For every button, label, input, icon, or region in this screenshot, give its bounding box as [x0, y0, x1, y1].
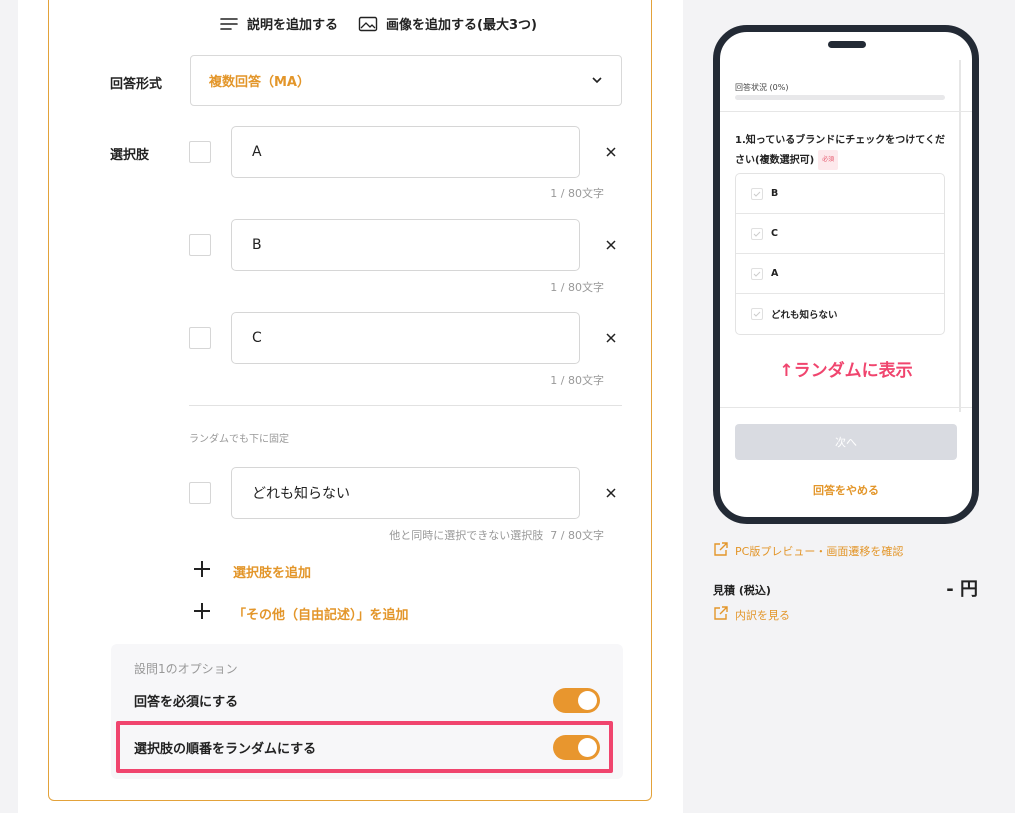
preview-question-title: 1.知っているブランドにチェックをつけてください(複数選択可) 必須	[735, 132, 950, 170]
add-choice-label: 選択肢を追加	[233, 565, 312, 581]
check-icon	[751, 227, 763, 240]
pc-preview-link[interactable]: PC版プレビュー・画面遷移を確認	[713, 541, 903, 560]
choice-row: C	[189, 312, 629, 364]
check-icon	[751, 187, 763, 200]
close-icon	[605, 143, 617, 162]
next-button[interactable]: 次へ	[735, 424, 957, 460]
add-image-button[interactable]: 画像を追加する(最大3つ)	[358, 14, 537, 33]
random-display-note: ↑ランダムに表示	[779, 361, 913, 381]
choice-checkbox[interactable]	[189, 482, 211, 504]
estimate-value: - 円	[946, 579, 978, 600]
check-icon	[751, 267, 763, 280]
preview-choice[interactable]: C	[736, 214, 944, 254]
fixed-choice-char-count: 7 / 80文字	[550, 529, 604, 542]
choice-checkbox[interactable]	[189, 327, 211, 349]
preview-choice-label: A	[771, 268, 779, 279]
preview-choice-label: どれも知らない	[771, 310, 838, 321]
choice-checkbox[interactable]	[189, 234, 211, 256]
add-other-label: 「その他（自由記述）」を追加	[233, 607, 409, 623]
fixed-choice-row: どれも知らない	[189, 467, 629, 519]
highlight-frame	[116, 721, 613, 773]
phone-notch	[828, 41, 866, 48]
preview-choice-list: B C A どれも知らない	[735, 173, 945, 335]
delete-choice-button[interactable]	[601, 328, 621, 348]
fixed-section-label: ランダムでも下に固定	[189, 434, 289, 445]
fixed-choice-input[interactable]: どれも知らない	[231, 467, 580, 519]
add-description-button[interactable]: 説明を追加する	[219, 14, 338, 33]
answer-format-label: 回答形式	[110, 77, 163, 92]
question-card: 説明を追加する 画像を追加する(最大3つ) 回答形式 複数回答（MA） 選択肢 …	[48, 0, 652, 801]
preview-choice[interactable]: B	[736, 174, 944, 214]
preview-choice[interactable]: どれも知らない	[736, 294, 944, 334]
add-description-label: 説明を追加する	[247, 18, 339, 33]
choice-row: A	[189, 126, 629, 178]
options-title: 設問1のオプション	[134, 662, 238, 676]
breakdown-label: 内訳を見る	[735, 608, 790, 622]
text-lines-icon	[219, 16, 239, 32]
choice-checkbox[interactable]	[189, 141, 211, 163]
preview-choice-label: B	[771, 188, 779, 199]
preview-footer-divider	[720, 407, 972, 408]
fixed-section-divider	[189, 405, 622, 406]
close-icon	[605, 236, 617, 255]
delete-choice-button[interactable]	[601, 235, 621, 255]
delete-choice-button[interactable]	[601, 483, 621, 503]
answer-format-value: 複数回答（MA）	[209, 75, 310, 90]
fixed-choice-note: 他と同時に選択できない選択肢	[389, 529, 544, 542]
choice-row: B	[189, 219, 629, 271]
add-other-button[interactable]: 「その他（自由記述）」を追加	[193, 602, 409, 624]
question-editor-panel: 説明を追加する 画像を追加する(最大3つ) 回答形式 複数回答（MA） 選択肢 …	[18, 0, 683, 813]
preview-question-text: 1.知っているブランドにチェックをつけてください(複数選択可)	[735, 135, 945, 166]
choices-label: 選択肢	[110, 148, 150, 163]
add-image-label: 画像を追加する(最大3つ)	[386, 18, 537, 33]
external-link-icon	[713, 605, 729, 624]
fixed-choice-counter: 他と同時に選択できない選択肢 7 / 80文字	[389, 527, 604, 543]
preview-choice-label: C	[771, 228, 778, 239]
add-actions: 説明を追加する 画像を追加する(最大3つ)	[219, 14, 537, 33]
check-icon	[751, 308, 763, 320]
close-icon	[605, 329, 617, 348]
mobile-preview: 回答状況 (0%) 1.知っているブランドにチェックをつけてください(複数選択可…	[713, 25, 979, 524]
required-badge: 必須	[818, 150, 839, 170]
breakdown-link[interactable]: 内訳を見る	[713, 605, 790, 624]
chevron-down-icon	[591, 73, 603, 88]
required-option-row: 回答を必須にする	[134, 688, 600, 713]
choice-input[interactable]: A	[231, 126, 580, 178]
answer-format-select[interactable]: 複数回答（MA）	[190, 55, 622, 106]
choice-input[interactable]: B	[231, 219, 580, 271]
preview-choice[interactable]: A	[736, 254, 944, 294]
plus-icon	[193, 560, 211, 582]
add-choice-button[interactable]: 選択肢を追加	[193, 560, 311, 582]
choice-input[interactable]: C	[231, 312, 580, 364]
quit-answer-link[interactable]: 回答をやめる	[720, 482, 972, 498]
plus-icon	[193, 602, 211, 624]
delete-choice-button[interactable]	[601, 142, 621, 162]
progress-label: 回答状況 (0%)	[735, 83, 789, 92]
pc-preview-label: PC版プレビュー・画面遷移を確認	[735, 544, 904, 558]
close-icon	[605, 484, 617, 503]
required-toggle[interactable]	[553, 688, 600, 713]
choice-char-counter: 1 / 80文字	[550, 187, 604, 200]
choice-char-counter: 1 / 80文字	[550, 281, 604, 294]
preview-divider	[720, 111, 972, 112]
estimate-label: 見積 (税込)	[713, 584, 771, 597]
external-link-icon	[713, 541, 729, 560]
required-option-label: 回答を必須にする	[134, 695, 239, 710]
image-icon	[358, 16, 378, 32]
progress-bar	[735, 95, 945, 100]
choice-char-counter: 1 / 80文字	[550, 374, 604, 387]
